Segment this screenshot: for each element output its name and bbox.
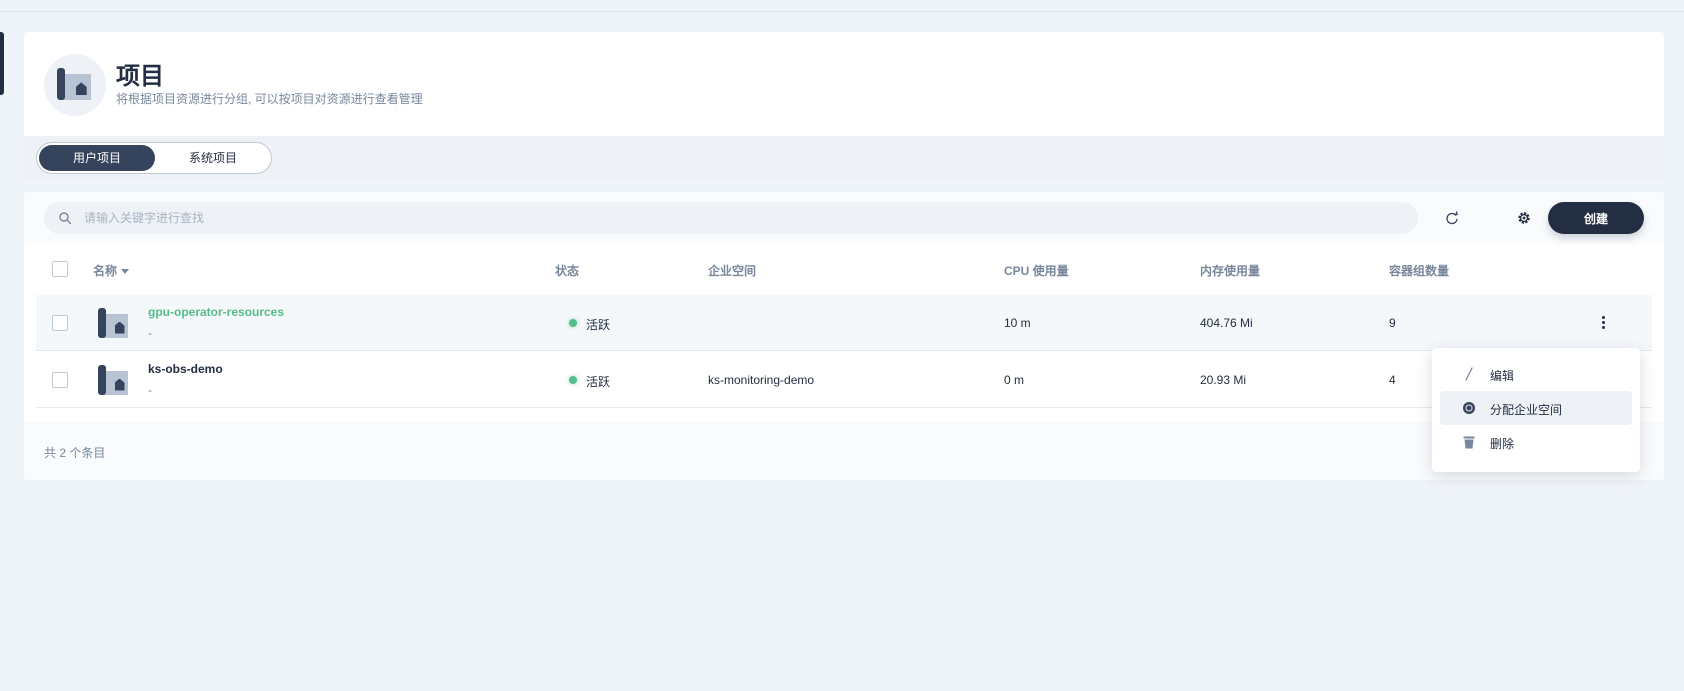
create-button[interactable]: 创建 (1548, 202, 1644, 234)
menu-item-label: 分配企业空间 (1490, 403, 1563, 417)
cpu-usage: 10 m (1004, 316, 1031, 330)
refresh-icon (1446, 211, 1458, 225)
sidebar-toggle[interactable] (0, 32, 4, 95)
top-divider (0, 11, 1684, 12)
pod-count: 9 (1389, 316, 1396, 330)
project-alias: - (148, 383, 152, 397)
search-input[interactable] (84, 202, 1384, 234)
pod-count: 4 (1389, 373, 1396, 387)
project-type-tabs: 用户项目 系统项目 (36, 142, 272, 174)
column-header-workspace: 企业空间 (708, 264, 757, 278)
page-title: 项目 (116, 63, 164, 90)
tab-user-projects[interactable]: 用户项目 (39, 145, 155, 171)
pen-icon (1465, 367, 1473, 381)
project-icon (98, 365, 128, 395)
search-bar[interactable] (44, 202, 1418, 234)
workspace-icon (1463, 402, 1475, 414)
project-icon (44, 54, 106, 116)
search-icon (59, 212, 72, 225)
sort-down-icon[interactable] (121, 269, 130, 275)
table-row[interactable]: ks-obs-demo - 活跃 ks-monitoring-demo 0 m … (36, 352, 1652, 408)
status-active-icon (569, 319, 577, 327)
menu-item-assign-workspace[interactable]: 分配企业空间 (1440, 391, 1632, 425)
memory-usage: 20.93 Mi (1200, 373, 1247, 387)
menu-item-label: 删除 (1490, 437, 1515, 451)
gear-icon (1518, 212, 1530, 224)
table-row[interactable]: gpu-operator-resources - 活跃 10 m 404.76 … (36, 295, 1652, 351)
column-header-status: 状态 (555, 264, 580, 278)
table-toolbar: 创建 (24, 192, 1664, 244)
total-count: 共 2 个条目 (44, 446, 106, 460)
workspace-cell: ks-monitoring-demo (708, 373, 815, 387)
row-checkbox[interactable] (52, 315, 68, 331)
project-name-link[interactable]: gpu-operator-resources (148, 305, 284, 319)
status-active-icon (569, 376, 577, 384)
row-actions-menu: 编辑 分配企业空间 删除 (1432, 348, 1640, 472)
column-header-cpu: CPU 使用量 (1004, 264, 1069, 278)
page-description: 将根据项目资源进行分组, 可以按项目对资源进行查看管理 (116, 92, 423, 106)
trash-icon (1463, 436, 1475, 449)
column-header-memory: 内存使用量 (1200, 264, 1261, 278)
select-all-checkbox[interactable] (52, 261, 68, 277)
menu-item-delete[interactable]: 删除 (1440, 425, 1632, 459)
column-header-pods: 容器组数量 (1389, 264, 1450, 278)
refresh-button[interactable] (1436, 202, 1468, 234)
row-checkbox[interactable] (52, 372, 68, 388)
menu-item-edit[interactable]: 编辑 (1440, 357, 1632, 391)
project-icon (98, 308, 128, 338)
memory-usage: 404.76 Mi (1200, 316, 1253, 330)
tab-system-projects[interactable]: 系统项目 (157, 145, 269, 171)
project-alias: - (148, 326, 152, 340)
project-table: 创建 名称 状态 企业空间 CPU 使用量 内存使用量 容器组数量 gpu-op… (24, 192, 1664, 480)
table-footer: 共 2 个条目 (24, 422, 1664, 480)
column-settings-button[interactable] (1508, 202, 1540, 234)
more-actions-button[interactable] (1592, 311, 1616, 335)
cpu-usage: 0 m (1004, 373, 1025, 387)
column-name-label: 名称 (93, 264, 118, 278)
project-name-link[interactable]: ks-obs-demo (148, 362, 223, 376)
status-text: 活跃 (586, 318, 611, 332)
menu-item-label: 编辑 (1490, 369, 1515, 383)
page-header: 项目 将根据项目资源进行分组, 可以按项目对资源进行查看管理 (24, 32, 1664, 136)
tab-bar: 用户项目 系统项目 (24, 136, 1664, 180)
status-text: 活跃 (586, 375, 611, 389)
column-header-name[interactable]: 名称 (93, 262, 130, 279)
